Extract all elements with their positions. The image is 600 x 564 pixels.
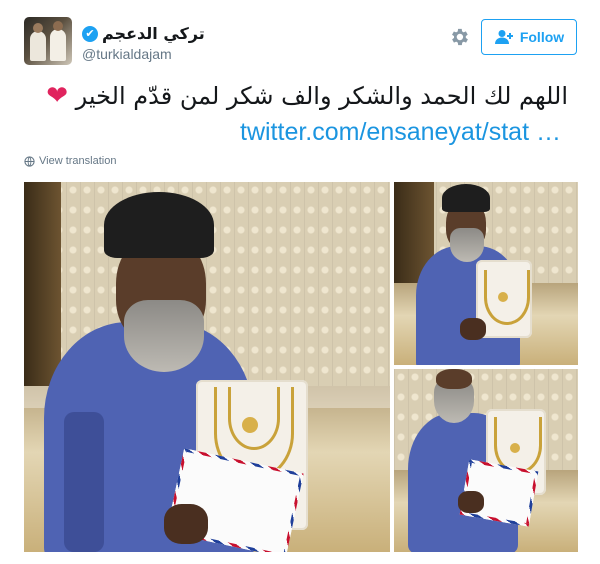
avatar-figure	[30, 31, 46, 61]
tweet-header: ✔ تركي الدعجم @turkialdajam Follow	[0, 0, 600, 80]
necklace-pendant	[510, 443, 520, 453]
user-handle[interactable]: @turkialdajam	[82, 46, 172, 62]
verified-badge-icon: ✔	[82, 25, 98, 42]
worker-beard	[124, 300, 204, 372]
follow-button[interactable]: Follow	[481, 19, 577, 55]
avatar[interactable]	[24, 17, 72, 65]
add-person-icon	[494, 30, 513, 44]
tweet-text: اللهم لك الحمد والشكر والف شكر لمن قدّم …	[28, 80, 568, 112]
view-translation-link[interactable]: View translation	[24, 155, 116, 167]
photo-main[interactable]	[24, 182, 390, 552]
worker-cap	[442, 184, 490, 212]
worker-hand	[164, 504, 208, 544]
worker-cap	[104, 192, 214, 258]
necklace-pendant	[498, 292, 508, 302]
worker-face	[436, 369, 472, 389]
globe-icon	[24, 155, 35, 167]
tweet-arabic-text: اللهم لك الحمد والشكر والف شكر لمن قدّم …	[75, 82, 568, 110]
heart-emoji-icon: ❤	[46, 81, 69, 111]
worker-hand	[458, 491, 484, 513]
gear-icon[interactable]	[448, 26, 470, 48]
follow-label: Follow	[519, 29, 565, 45]
avatar-head	[53, 21, 63, 31]
display-name[interactable]: تركي الدعجم	[102, 24, 205, 43]
avatar-figure	[50, 29, 66, 61]
photo-top-right[interactable]	[394, 182, 578, 365]
necklace-pendant	[242, 417, 258, 433]
photo-bottom-right[interactable]	[394, 369, 578, 552]
worker-sleeve	[64, 412, 104, 552]
avatar-head	[33, 23, 43, 33]
view-translation-label: View translation	[39, 155, 117, 167]
photo-grid	[24, 182, 578, 552]
tweet-link[interactable]: twitter.com/ensaneyat/stat …	[240, 115, 580, 149]
author-name-row[interactable]: ✔ تركي الدعجم	[82, 24, 205, 43]
worker-hand	[460, 318, 486, 340]
worker-beard	[450, 228, 484, 262]
